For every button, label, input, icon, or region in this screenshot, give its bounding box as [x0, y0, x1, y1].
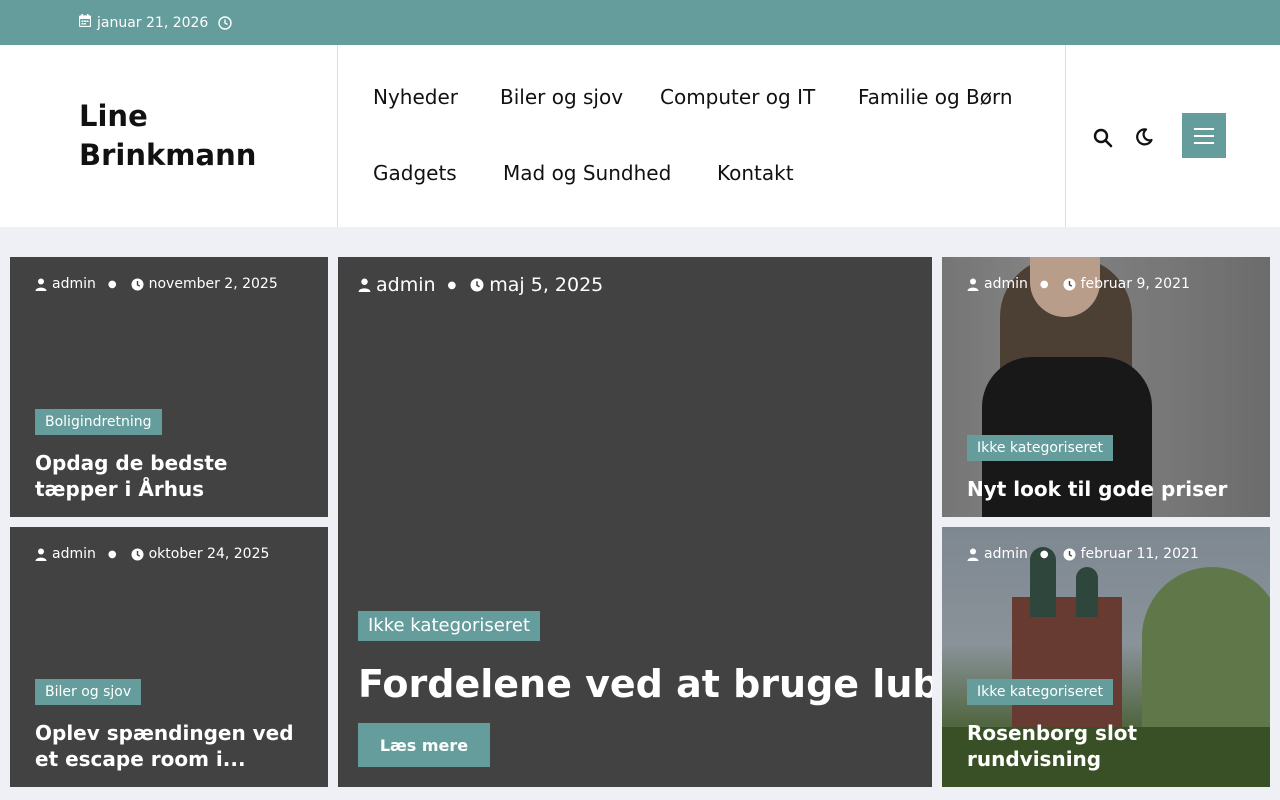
- post-meta: admin ● maj 5, 2025: [358, 274, 603, 296]
- post-meta: admin ● februar 11, 2021: [967, 546, 1199, 562]
- search-icon[interactable]: [1093, 128, 1113, 152]
- post-author[interactable]: admin: [984, 546, 1028, 562]
- user-icon: [35, 548, 47, 561]
- header-divider: [337, 45, 338, 227]
- post-card[interactable]: admin ● november 2, 2025 Boligindretning…: [10, 257, 328, 517]
- calendar-icon: [78, 14, 92, 31]
- site-title[interactable]: Line Brinkmann: [79, 97, 319, 175]
- nav-item-mad-og-sundhed[interactable]: Mad og Sundhed: [503, 161, 671, 185]
- category-badge[interactable]: Ikke kategoriseret: [967, 435, 1114, 461]
- post-card[interactable]: admin ● februar 11, 2021 Ikke kategorise…: [942, 527, 1270, 787]
- top-date-text: januar 21, 2026: [97, 14, 209, 31]
- post-author[interactable]: admin: [52, 276, 96, 292]
- post-meta: admin ● oktober 24, 2025: [35, 546, 269, 562]
- featured-post-card[interactable]: admin ● maj 5, 2025 Ikke kategoriseret F…: [338, 257, 932, 787]
- post-date[interactable]: november 2, 2025: [149, 276, 278, 292]
- header-divider: [1065, 45, 1066, 227]
- category-badge[interactable]: Ikke kategoriseret: [358, 611, 541, 641]
- clock-icon: [131, 278, 144, 291]
- post-title[interactable]: Opdag de bedste tæpper i Århus: [35, 450, 310, 502]
- user-icon: [967, 278, 979, 291]
- user-icon: [35, 278, 47, 291]
- user-icon: [967, 548, 979, 561]
- category-badge[interactable]: Boligindretning: [35, 409, 162, 435]
- top-date: januar 21, 2026: [78, 14, 209, 31]
- nav-item-computer-og-it[interactable]: Computer og IT: [660, 85, 815, 109]
- post-meta: admin ● november 2, 2025: [35, 276, 278, 292]
- nav-item-kontakt[interactable]: Kontakt: [717, 161, 794, 185]
- post-title[interactable]: Nyt look til gode priser: [967, 476, 1257, 502]
- post-meta: admin ● februar 9, 2021: [967, 276, 1190, 292]
- post-title[interactable]: Rosenborg slot rundvisning: [967, 720, 1227, 772]
- nav-item-biler-og-sjov[interactable]: Biler og sjov: [500, 85, 623, 109]
- user-icon: [358, 278, 371, 292]
- post-date[interactable]: maj 5, 2025: [489, 274, 603, 296]
- post-date[interactable]: oktober 24, 2025: [149, 546, 270, 562]
- category-badge[interactable]: Ikke kategoriseret: [967, 679, 1114, 705]
- post-date[interactable]: februar 9, 2021: [1081, 276, 1190, 292]
- post-author[interactable]: admin: [984, 276, 1028, 292]
- post-date[interactable]: februar 11, 2021: [1081, 546, 1199, 562]
- clock-icon: [1063, 278, 1076, 291]
- post-card[interactable]: admin ● februar 9, 2021 Ikke kategoriser…: [942, 257, 1270, 517]
- menu-toggle-button[interactable]: [1182, 113, 1226, 158]
- read-more-button[interactable]: Læs mere: [358, 723, 490, 767]
- post-title[interactable]: Oplev spændingen ved et escape room i...: [35, 720, 315, 772]
- post-title[interactable]: Fordelene ved at bruge lube: [358, 661, 932, 707]
- post-author[interactable]: admin: [52, 546, 96, 562]
- nav-item-familie-og-born[interactable]: Familie og Børn: [858, 85, 1013, 109]
- clock-icon: [1063, 548, 1076, 561]
- nav-item-gadgets[interactable]: Gadgets: [373, 161, 457, 185]
- clock-icon: [470, 278, 484, 292]
- post-author[interactable]: admin: [376, 274, 436, 296]
- clock-icon: [131, 548, 144, 561]
- dark-mode-icon[interactable]: [1135, 128, 1153, 150]
- site-header: Line Brinkmann Nyheder Biler og sjov Com…: [0, 45, 1280, 227]
- menu-icon: [1194, 127, 1214, 130]
- category-badge[interactable]: Biler og sjov: [35, 679, 142, 705]
- post-card[interactable]: admin ● oktober 24, 2025 Biler og sjov O…: [10, 527, 328, 787]
- clock-icon: [218, 15, 232, 34]
- top-bar: januar 21, 2026: [0, 0, 1280, 45]
- nav-item-nyheder[interactable]: Nyheder: [373, 85, 458, 109]
